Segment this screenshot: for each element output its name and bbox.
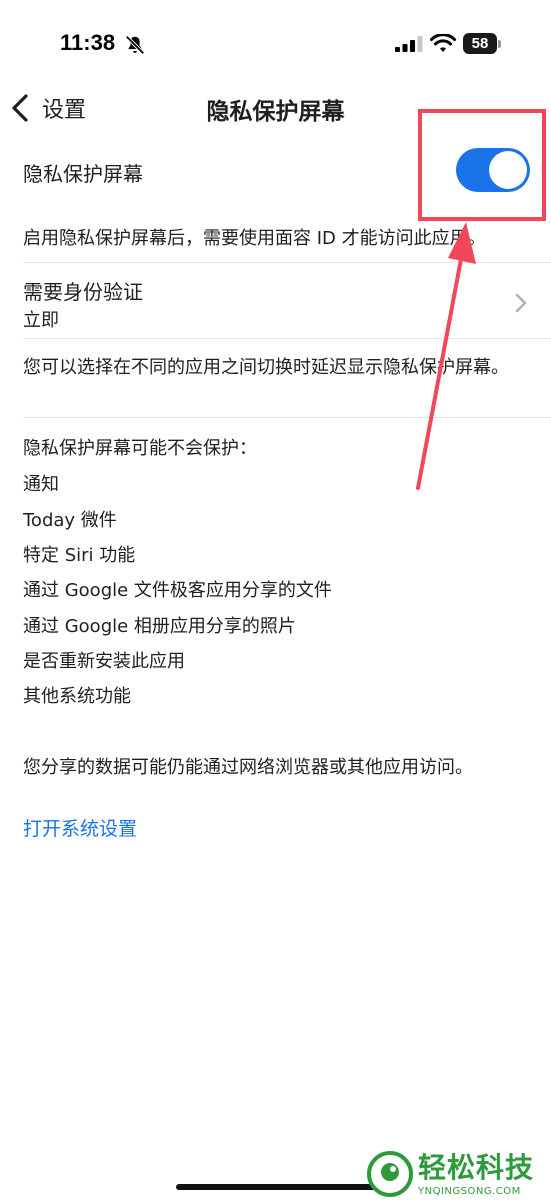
wifi-icon	[430, 34, 456, 52]
shared-data-note: 您分享的数据可能仍能通过网络浏览器或其他应用访问。	[23, 757, 473, 778]
battery-icon: 58	[463, 33, 497, 54]
battery-cap	[498, 40, 501, 48]
list-item: 通过 Google 相册应用分享的照片	[23, 616, 296, 637]
require-auth-label: 需要身份验证	[23, 280, 143, 304]
chevron-right-icon	[515, 293, 527, 313]
list-item: 其他系统功能	[23, 686, 131, 707]
bell-slash-icon	[125, 35, 145, 55]
home-indicator	[176, 1184, 376, 1190]
watermark-domain: YNQINGSONG.COM	[418, 1186, 521, 1197]
annotation-arrow-icon	[416, 222, 476, 490]
watermark-logo-icon	[367, 1151, 413, 1197]
open-system-settings-link[interactable]: 打开系统设置	[23, 814, 137, 841]
watermark-name: 轻松科技	[418, 1151, 535, 1184]
list-item: 特定 Siri 功能	[23, 545, 136, 566]
list-item: 是否重新安装此应用	[23, 651, 185, 672]
list-item: 通知	[23, 474, 59, 495]
cellular-signal-icon	[395, 36, 423, 52]
not-protected-heading: 隐私保护屏幕可能不会保护：	[23, 438, 257, 459]
annotation-highlight-box	[418, 109, 546, 221]
require-auth-value: 立即	[23, 310, 59, 331]
battery-level: 58	[471, 35, 489, 52]
list-item: 通过 Google 文件极客应用分享的文件	[23, 580, 332, 601]
privacy-screen-label: 隐私保护屏幕	[23, 162, 143, 186]
status-time: 11:38	[60, 30, 116, 55]
list-item: Today 微件	[23, 510, 117, 531]
